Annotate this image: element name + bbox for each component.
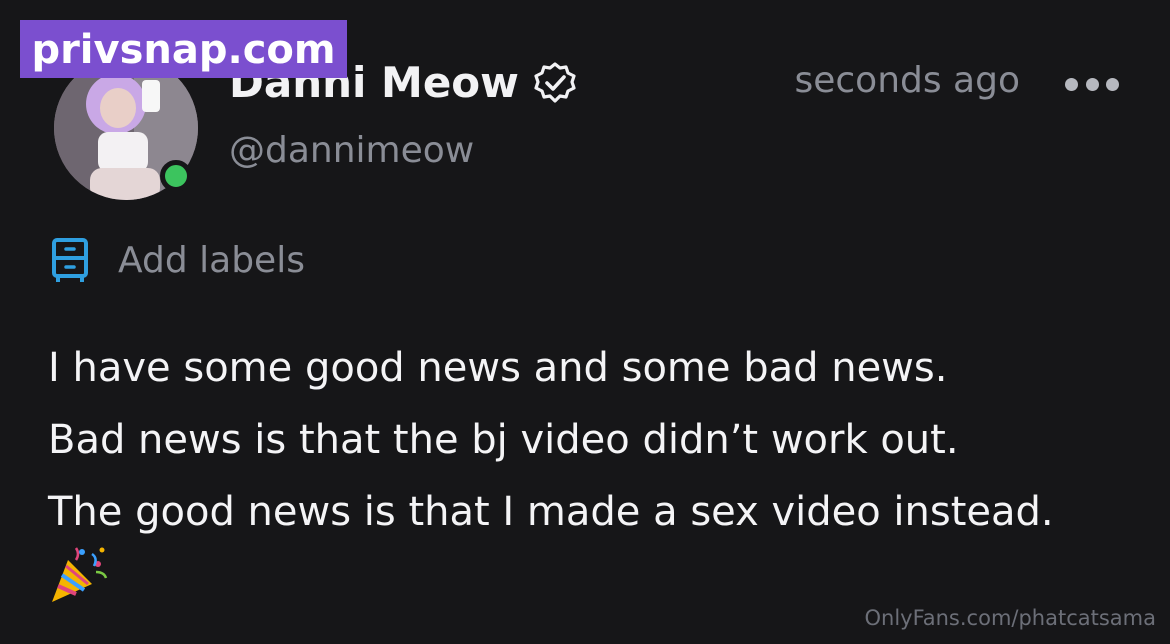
labels-drawer-icon bbox=[52, 238, 88, 282]
post-body: I have some good news and some bad news.… bbox=[48, 332, 1054, 548]
source-watermark: OnlyFans.com/phatcatsama bbox=[864, 606, 1157, 630]
more-options-icon[interactable] bbox=[1065, 66, 1119, 102]
add-labels-button[interactable]: Add labels bbox=[50, 236, 305, 284]
author-handle[interactable]: @dannimeow bbox=[229, 130, 474, 171]
post-line: I have some good news and some bad news. bbox=[48, 345, 948, 391]
party-popper-icon bbox=[52, 547, 108, 602]
more-dot bbox=[1106, 77, 1119, 91]
more-dot bbox=[1065, 77, 1078, 91]
add-labels-text: Add labels bbox=[118, 239, 305, 281]
more-dot bbox=[1085, 77, 1099, 91]
online-status-indicator bbox=[160, 160, 192, 192]
post-timestamp[interactable]: seconds ago bbox=[794, 60, 1020, 101]
verified-badge-icon bbox=[534, 61, 576, 103]
post-line: Bad news is that the bj video didn’t wor… bbox=[48, 417, 959, 463]
watermark-banner: privsnap.com bbox=[20, 20, 347, 78]
post-line: The good news is that I made a sex video… bbox=[48, 489, 1054, 535]
